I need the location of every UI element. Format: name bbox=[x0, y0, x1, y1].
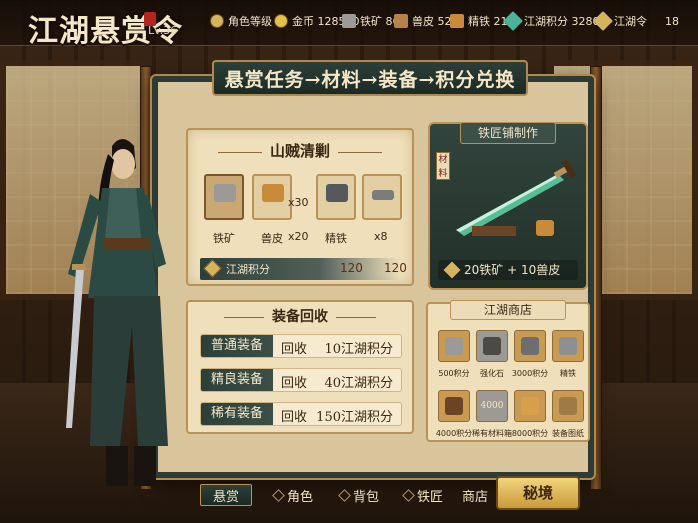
shop-item-label: 4000积分 bbox=[435, 429, 473, 438]
recipe-line: 20铁矿 + 10兽皮 bbox=[438, 260, 578, 280]
shop-item-label: 强化石 bbox=[480, 369, 504, 378]
diamond-icon bbox=[272, 488, 285, 502]
tab-bounty[interactable]: 悬赏 bbox=[200, 484, 253, 506]
shop-item-label: 500积分 bbox=[438, 369, 470, 378]
bounty-reward-row: 江湖积分 120 120 bbox=[200, 258, 407, 280]
crate-icon bbox=[521, 397, 539, 415]
recycle-action: 回收 bbox=[281, 376, 308, 391]
shop-item[interactable] bbox=[552, 390, 584, 422]
shop-item[interactable] bbox=[476, 330, 508, 362]
bounty-title: 山贼清剿 bbox=[188, 140, 412, 161]
recycle-row-common[interactable]: 普通装备 回收 10江湖积分 bbox=[200, 334, 402, 358]
chest-icon bbox=[445, 397, 463, 415]
shop-item-label: 装备图纸 bbox=[552, 429, 584, 438]
hide-icon bbox=[262, 184, 284, 202]
reward-value: 120 bbox=[384, 261, 407, 275]
flow-banner: 悬赏任务→材料→装备→积分兑换 bbox=[212, 60, 528, 96]
recycle-action: 回收 bbox=[281, 342, 308, 357]
tab-character[interactable]: 角色 bbox=[272, 484, 313, 506]
emblem-icon bbox=[210, 14, 224, 28]
material-qty: x30 bbox=[288, 196, 309, 209]
sword-icon bbox=[456, 160, 577, 236]
shop-item[interactable] bbox=[438, 390, 470, 422]
recycle-row-fine[interactable]: 精良装备 回收 40江湖积分 bbox=[200, 368, 402, 392]
ingot-icon bbox=[372, 190, 394, 200]
rare-box-icon: 4000 bbox=[480, 401, 504, 411]
material-name: 精铁 bbox=[325, 232, 347, 245]
material-slot-hide[interactable] bbox=[252, 174, 292, 220]
recycle-value: 150江湖积分 bbox=[316, 410, 393, 425]
recycle-row-rare[interactable]: 稀有装备 回收 150江湖积分 bbox=[200, 402, 402, 426]
iron-ore-icon bbox=[342, 14, 356, 28]
bounty-card[interactable]: 山贼清剿 铁矿 x30 兽皮 x20 精铁 x8 江湖积分 120 120 bbox=[186, 128, 414, 286]
recycle-tier: 稀有装备 bbox=[201, 403, 273, 425]
shop-item[interactable]: 4000 bbox=[476, 390, 508, 422]
tab-shop[interactable]: 商店 bbox=[462, 484, 488, 506]
refined-iron-icon bbox=[450, 14, 464, 28]
recycle-tier: 普通装备 bbox=[201, 335, 273, 357]
shop-item[interactable] bbox=[514, 390, 546, 422]
resource-jianghu-token[interactable]: 江湖令 18 bbox=[593, 11, 679, 31]
material-slot-ingot[interactable] bbox=[362, 174, 402, 220]
blacksmith-title: 铁匠铺制作 bbox=[460, 122, 556, 144]
recycle-value: 10江湖积分 bbox=[324, 342, 393, 357]
points-icon bbox=[203, 259, 222, 278]
iron-ore-icon bbox=[214, 184, 236, 202]
iron-ore-icon bbox=[445, 337, 463, 355]
hero-character bbox=[66, 139, 168, 486]
recycle-title: 装备回收 bbox=[188, 306, 412, 326]
material-slot-iron-ore[interactable] bbox=[204, 174, 244, 220]
material-slot-refined-iron[interactable] bbox=[316, 174, 356, 220]
resource-hide[interactable]: 兽皮 520 bbox=[394, 12, 459, 30]
resource-jianghu-points[interactable]: 江湖积分 3280 bbox=[503, 11, 600, 31]
blacksmith-card[interactable]: 铁匠铺制作 材料 20铁矿 + 10兽皮 bbox=[428, 122, 588, 290]
enhance-stone-icon bbox=[483, 337, 501, 355]
shop-item-label: 稀有材料箱 bbox=[472, 429, 512, 438]
reward-value: 120 bbox=[340, 261, 363, 275]
tab-backpack[interactable]: 背包 bbox=[338, 484, 379, 506]
material-qty: x20 bbox=[288, 230, 309, 243]
refined-iron-icon bbox=[326, 184, 348, 202]
shop-item[interactable] bbox=[438, 330, 470, 362]
jade-points-icon bbox=[503, 11, 523, 31]
ore-icon bbox=[521, 337, 539, 355]
jianghu-shop-card: 江湖商店 500积分 强化石 3000积分 精铁 4000积分 4000 稀有材… bbox=[426, 300, 590, 442]
refined-iron-icon bbox=[559, 337, 577, 355]
shop-item-label: 8000积分 bbox=[511, 429, 549, 438]
shop-item[interactable] bbox=[552, 330, 584, 362]
material-name: 铁矿 bbox=[213, 232, 235, 245]
shop-title: 江湖商店 bbox=[450, 300, 566, 320]
diamond-icon bbox=[338, 488, 351, 502]
recycle-tier: 精良装备 bbox=[201, 369, 273, 391]
points-icon bbox=[443, 261, 461, 279]
gold-coin-icon bbox=[274, 14, 288, 28]
top-bar: 江湖悬赏令 Lv.36 角色等级 金币 128500 铁矿 860 兽皮 520… bbox=[0, 0, 698, 49]
shop-item-label: 3000积分 bbox=[511, 369, 549, 378]
reward-label: 江湖积分 bbox=[226, 263, 270, 276]
hide-icon bbox=[394, 14, 408, 28]
tab-blacksmith[interactable]: 铁匠 bbox=[402, 484, 443, 506]
equipment-recycle-card: 装备回收 普通装备 回收 10江湖积分 精良装备 回收 40江湖积分 稀有装备 … bbox=[186, 300, 414, 434]
materials-tag: 材料 bbox=[436, 152, 450, 180]
token-icon bbox=[593, 11, 613, 31]
recycle-value: 40江湖积分 bbox=[324, 376, 393, 391]
blueprint-icon bbox=[559, 397, 577, 415]
shop-item[interactable] bbox=[514, 330, 546, 362]
shop-item-label: 精铁 bbox=[560, 369, 576, 378]
material-name: 兽皮 bbox=[261, 232, 283, 245]
diamond-icon bbox=[402, 488, 415, 502]
recycle-action: 回收 bbox=[281, 410, 308, 425]
resource-role-level[interactable]: 角色等级 bbox=[210, 12, 272, 30]
player-level: Lv.36 bbox=[148, 24, 178, 37]
material-qty: x8 bbox=[374, 230, 388, 243]
secret-realm-button[interactable]: 秘境 bbox=[496, 476, 580, 510]
